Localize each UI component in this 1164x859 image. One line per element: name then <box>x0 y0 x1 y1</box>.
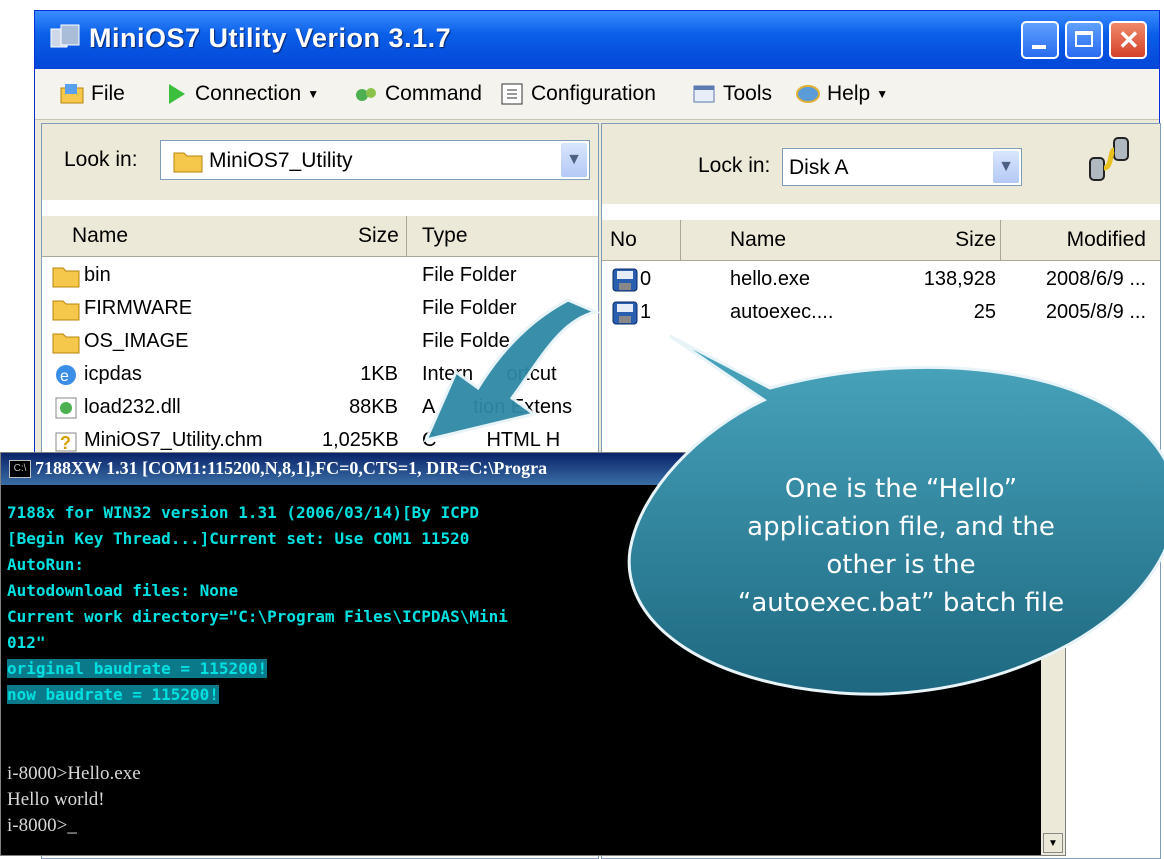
curved-arrow <box>423 298 601 443</box>
annotation-overlay <box>423 298 1164 696</box>
callout-text: One is the “Hello” application file, and … <box>716 470 1086 622</box>
callout-line: One is the “Hello” <box>784 474 1018 504</box>
callout-line: application file, and the <box>747 512 1055 542</box>
callout-line: “autoexec.bat” batch file <box>737 588 1065 618</box>
callout-line: other is the <box>826 550 976 580</box>
